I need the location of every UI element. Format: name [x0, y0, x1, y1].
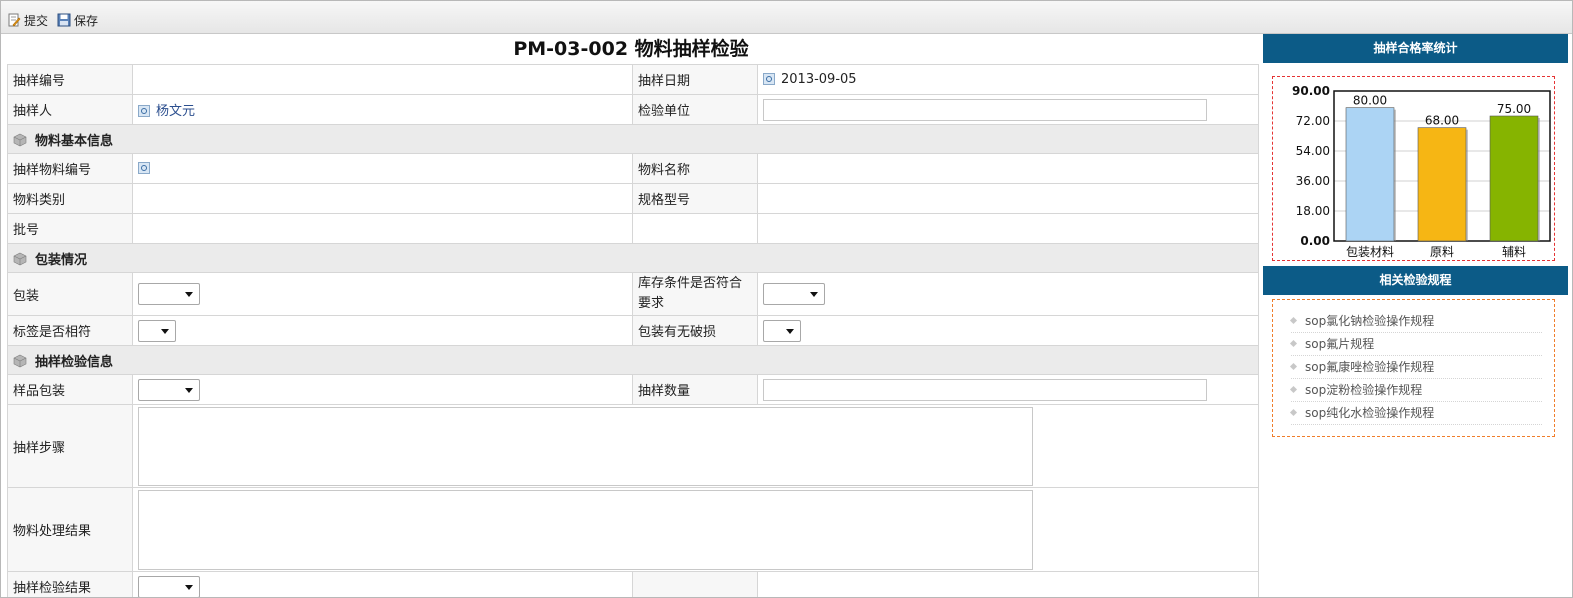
search-icon[interactable]: [138, 162, 150, 174]
section-packaging-title: 包装情况: [35, 252, 88, 268]
submit-icon: [8, 13, 21, 27]
label-match-select[interactable]: [138, 319, 176, 342]
save-button[interactable]: 保存: [57, 11, 98, 29]
sampling-date-label: 抽样日期: [632, 64, 758, 95]
spec-model-label: 规格型号: [632, 183, 758, 214]
y-tick-label: 54.00: [1296, 144, 1330, 158]
pass-rate-chart-box: 0.00 18.00 36.00 54.00 72.00 90.00 80.00 包装材料 68…: [1272, 76, 1555, 261]
sampling-result-select[interactable]: [138, 575, 200, 597]
label-match-label: 标签是否相符: [7, 315, 133, 346]
bullet-icon: [1289, 362, 1298, 371]
rule-link-label: sop淀粉检验操作规程: [1305, 383, 1423, 397]
inspection-unit-label: 检验单位: [632, 94, 758, 125]
y-tick-label: 18.00: [1296, 204, 1330, 218]
floppy-disk-icon: [57, 13, 71, 27]
sampler-field[interactable]: 杨文元: [132, 94, 633, 125]
sampling-steps-textarea[interactable]: [138, 406, 1033, 486]
pass-rate-bar-chart: 0.00 18.00 36.00 54.00 72.00 90.00 80.00 包装材料 68…: [1292, 84, 1551, 259]
batch-no-value: [132, 213, 633, 244]
sampling-date-field[interactable]: 2013-09-05: [757, 64, 1259, 95]
page-title: PM-03-002 物料抽样检验: [513, 38, 749, 60]
bullet-icon: [1289, 339, 1298, 348]
rule-link-item[interactable]: sop氟康唑检验操作规程: [1289, 356, 1542, 379]
sampler-value[interactable]: 杨文元: [156, 104, 195, 119]
section-packaging-header: 包装情况: [7, 243, 1259, 273]
data-label: 80.00: [1353, 94, 1387, 108]
sample-packaging-label: 样品包装: [7, 374, 133, 405]
box-icon: [13, 133, 27, 146]
search-icon[interactable]: [763, 73, 775, 85]
y-tick-label: 90.00: [1292, 84, 1330, 98]
y-tick-label: 72.00: [1296, 114, 1330, 128]
data-label: 68.00: [1425, 114, 1459, 128]
rule-link-item[interactable]: sop纯化水检验操作规程: [1289, 402, 1542, 425]
sample-packaging-select[interactable]: [138, 378, 200, 401]
package-damage-label: 包装有无破损: [632, 315, 758, 346]
bar: [1417, 127, 1467, 242]
section-material-title: 物料基本信息: [35, 133, 114, 149]
bullet-icon: [1289, 316, 1298, 325]
material-name-value: [757, 153, 1259, 184]
rule-link-label: sop氟康唑检验操作规程: [1305, 360, 1435, 374]
search-icon[interactable]: [138, 105, 150, 117]
rule-link-item[interactable]: sop淀粉检验操作规程: [1289, 379, 1542, 402]
bullet-icon: [1289, 408, 1298, 417]
rules-list: sop氯化钠检验操作规程 sop氟片规程 sop氟康唑检验操作规程 sop淀粉检验操作…: [1273, 300, 1554, 425]
sample-quantity-input[interactable]: [763, 378, 1207, 401]
box-icon: [13, 354, 27, 367]
material-handling-textarea[interactable]: [138, 489, 1033, 570]
batch-no-label: 批号: [7, 213, 133, 244]
spec-model-value: [757, 183, 1259, 214]
material-name-label: 物料名称: [632, 153, 758, 184]
section-sampling-header: 抽样检验信息: [7, 345, 1259, 375]
rules-panel-header: 相关检验规程: [1263, 266, 1568, 295]
sampling-no-value: [132, 64, 633, 95]
x-tick-label: 原料: [1430, 245, 1454, 259]
submit-label: 提交: [24, 13, 49, 28]
storage-condition-label: 库存条件是否符合要求: [632, 272, 758, 316]
inspection-form: 抽样编号 抽样日期 2013-09-05 抽样人 杨文元 检验单位 物料基本信息: [7, 64, 1259, 597]
section-material-header: 物料基本信息: [7, 124, 1259, 154]
rule-link-label: sop氟片规程: [1305, 337, 1375, 351]
app-window: 提交 保存 PM-03-002 物料抽样检验 抽样编号 抽样日期 2013-09…: [0, 0, 1573, 598]
inspection-unit-input[interactable]: [763, 98, 1207, 121]
packaging-select[interactable]: [138, 283, 200, 305]
bar: [1345, 107, 1395, 242]
sampling-result-label: 抽样检验结果: [7, 571, 133, 597]
sampling-no-label: 抽样编号: [7, 64, 133, 95]
material-no-field[interactable]: [132, 153, 633, 184]
material-no-label: 抽样物料编号: [7, 153, 133, 184]
sampling-steps-label: 抽样步骤: [7, 404, 133, 488]
x-tick-label: 辅料: [1502, 245, 1526, 259]
material-category-label: 物料类别: [7, 183, 133, 214]
rule-link-item[interactable]: sop氟片规程: [1289, 333, 1542, 356]
rule-link-label: sop纯化水检验操作规程: [1305, 406, 1435, 420]
section-sampling-title: 抽样检验信息: [35, 354, 114, 370]
material-category-value: [132, 183, 633, 214]
package-damage-select[interactable]: [763, 319, 801, 342]
save-label: 保存: [74, 13, 99, 28]
data-label: 75.00: [1497, 102, 1531, 116]
x-tick-label: 包装材料: [1346, 245, 1394, 259]
bar: [1489, 115, 1539, 242]
submit-button[interactable]: 提交: [7, 11, 48, 29]
y-tick-label: 36.00: [1296, 174, 1330, 188]
sampling-date-value: 2013-09-05: [781, 72, 857, 87]
rule-link-label: sop氯化钠检验操作规程: [1305, 314, 1435, 328]
material-handling-label: 物料处理结果: [7, 487, 133, 572]
storage-condition-select[interactable]: [763, 283, 825, 305]
chart-panel-header: 抽样合格率统计: [1263, 34, 1568, 63]
y-tick-label: 0.00: [1300, 234, 1330, 248]
sample-quantity-label: 抽样数量: [632, 374, 758, 405]
toolbar: 提交 保存: [1, 1, 1572, 34]
packaging-label: 包装: [7, 272, 133, 316]
box-icon: [13, 252, 27, 265]
sampler-label: 抽样人: [7, 94, 133, 125]
bullet-icon: [1289, 385, 1298, 394]
rules-list-box: sop氯化钠检验操作规程 sop氟片规程 sop氟康唑检验操作规程 sop淀粉检验操作…: [1272, 299, 1555, 437]
rule-link-item[interactable]: sop氯化钠检验操作规程: [1289, 310, 1542, 333]
